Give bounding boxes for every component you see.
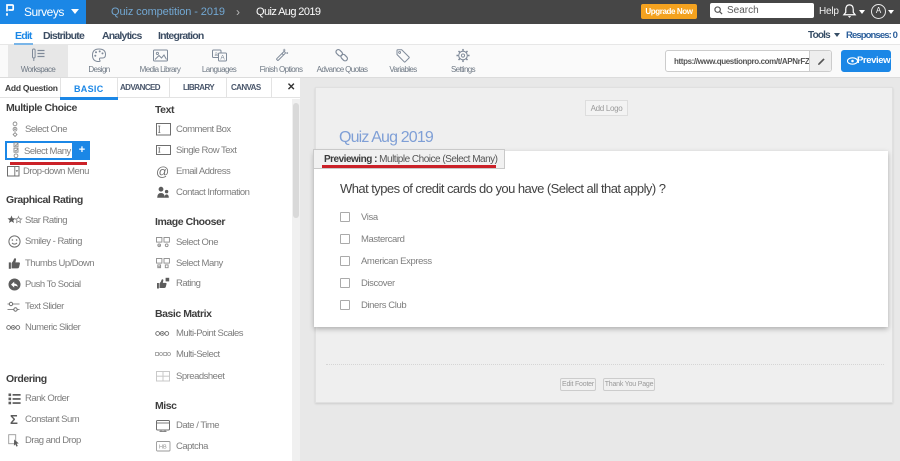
svg-text:HB: HB	[159, 445, 167, 451]
svg-text:A: A	[220, 55, 225, 62]
